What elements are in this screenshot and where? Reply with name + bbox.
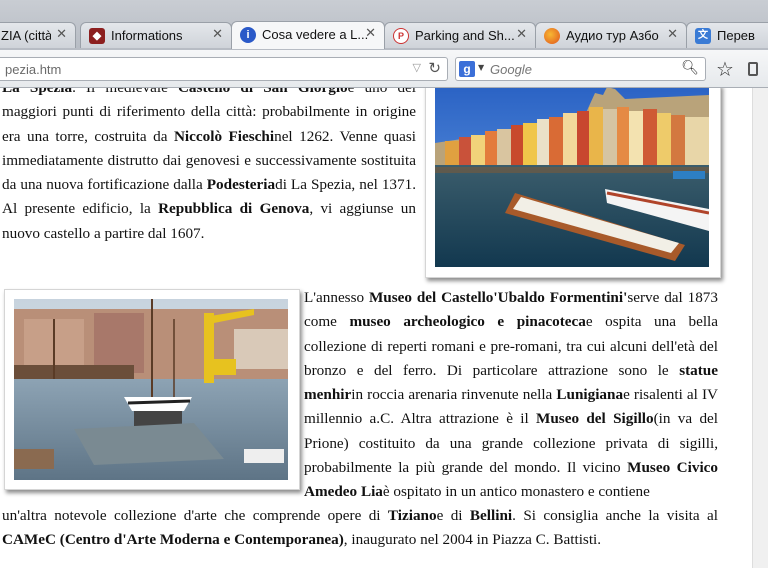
nav-bar: pezia.htm ▽ ↻ g ▼ Google 🔍︎ ☆ bbox=[0, 50, 768, 88]
tab-2[interactable]: ◆ Informations ✕ bbox=[80, 22, 232, 48]
tab-5[interactable]: Аудио тур Азбо ✕ bbox=[535, 22, 687, 48]
google-icon[interactable]: g bbox=[459, 61, 475, 77]
bold-term: Museo del Sigillo bbox=[536, 410, 654, 428]
page-content: La Spezia. Il medievale Castello di San … bbox=[0, 88, 752, 568]
tab-label: ZIA (città... bbox=[1, 28, 51, 43]
bold-term: CAMeC (Centro d'Arte Moderna e Contempor… bbox=[2, 531, 344, 549]
search-icon[interactable]: 🔍︎ bbox=[681, 60, 699, 76]
bold-term: Bellini bbox=[469, 507, 513, 524]
text-run: in roccia arenaria rinvenute nella bbox=[351, 386, 557, 404]
text-run: e di bbox=[436, 507, 470, 524]
tab-1[interactable]: ZIA (città... ✕ bbox=[0, 22, 76, 48]
text-run: , inaugurato nel 2004 in Piazza C. Batti… bbox=[343, 531, 602, 549]
tab-red-badge-icon: ◆ bbox=[89, 28, 105, 44]
tab-label: Перев bbox=[717, 28, 755, 43]
paragraph-museo: L'annesso Museo del Castello'Ubaldo Form… bbox=[304, 286, 718, 505]
bold-term: Repubblica di Genova bbox=[158, 200, 310, 218]
url-bar[interactable]: pezia.htm ▽ ↻ bbox=[0, 57, 448, 81]
tab-label: Informations bbox=[111, 28, 183, 43]
bold-term: Tiziano bbox=[387, 507, 437, 524]
reload-icon[interactable]: ↻ bbox=[428, 59, 441, 77]
close-icon[interactable]: ✕ bbox=[365, 26, 376, 41]
close-icon[interactable]: ✕ bbox=[516, 27, 527, 42]
close-icon[interactable]: ✕ bbox=[667, 27, 678, 42]
text-run: . Il medievale bbox=[72, 88, 178, 96]
bold-term: Niccolò Fieschi bbox=[173, 127, 275, 145]
bold-term: Museo del Castello'Ubaldo Formentini' bbox=[368, 289, 628, 306]
bold-term: museo archeologico e pinacoteca bbox=[349, 313, 586, 331]
bold-term: La Spezia bbox=[2, 88, 72, 96]
bold-term: Podesteria bbox=[206, 176, 276, 194]
paragraph-castello: La Spezia. Il medievale Castello di San … bbox=[2, 88, 416, 246]
harbor-photo-image bbox=[435, 88, 709, 267]
tab-6[interactable]: 文 Перев bbox=[686, 22, 768, 48]
toolbar-button-icon[interactable] bbox=[748, 62, 758, 76]
search-input[interactable]: Google bbox=[490, 62, 532, 77]
tab-label: Cosa vedere a L... bbox=[262, 27, 369, 42]
text-run: un'altra notevole collezione d'arte che … bbox=[2, 507, 388, 524]
tab-label: Аудио тур Азбо bbox=[566, 28, 659, 43]
tab-label: Parking and Sh... bbox=[415, 28, 515, 43]
chevron-down-icon[interactable]: ▼ bbox=[478, 63, 484, 72]
text-run: . Si consiglia anche la visita al bbox=[512, 507, 718, 524]
tab-3-active[interactable]: i Cosa vedere a L... ✕ bbox=[231, 21, 385, 49]
dropdown-arrow-icon[interactable]: ▽ bbox=[413, 61, 421, 74]
translate-icon: 文 bbox=[695, 28, 711, 44]
info-icon: i bbox=[240, 27, 256, 43]
url-text[interactable]: pezia.htm bbox=[5, 62, 61, 77]
search-bar[interactable]: g ▼ Google 🔍︎ bbox=[455, 57, 706, 81]
close-icon[interactable]: ✕ bbox=[212, 27, 223, 42]
port-photo-image bbox=[14, 299, 288, 480]
tab-strip: ZIA (città... ✕ ◆ Informations ✕ i Cosa … bbox=[0, 0, 768, 50]
close-icon[interactable]: ✕ bbox=[56, 27, 67, 42]
vertical-scrollbar[interactable] bbox=[752, 88, 768, 568]
firefox-icon bbox=[544, 28, 560, 44]
bold-term: Castello di San Giorgio bbox=[178, 88, 348, 96]
tab-4[interactable]: P Parking and Sh... ✕ bbox=[384, 22, 536, 48]
text-run: è ospitato in un antico monastero e cont… bbox=[382, 483, 650, 501]
photo-port bbox=[4, 289, 300, 490]
bookmark-star-icon[interactable]: ☆ bbox=[716, 57, 734, 81]
parking-icon: P bbox=[393, 28, 409, 44]
paragraph-museo-continued: un'altra notevole collezione d'arte che … bbox=[2, 504, 718, 553]
text-run: L'annesso bbox=[304, 289, 369, 306]
photo-portovenere bbox=[425, 88, 721, 278]
bold-term: Lunigiana bbox=[556, 386, 624, 404]
